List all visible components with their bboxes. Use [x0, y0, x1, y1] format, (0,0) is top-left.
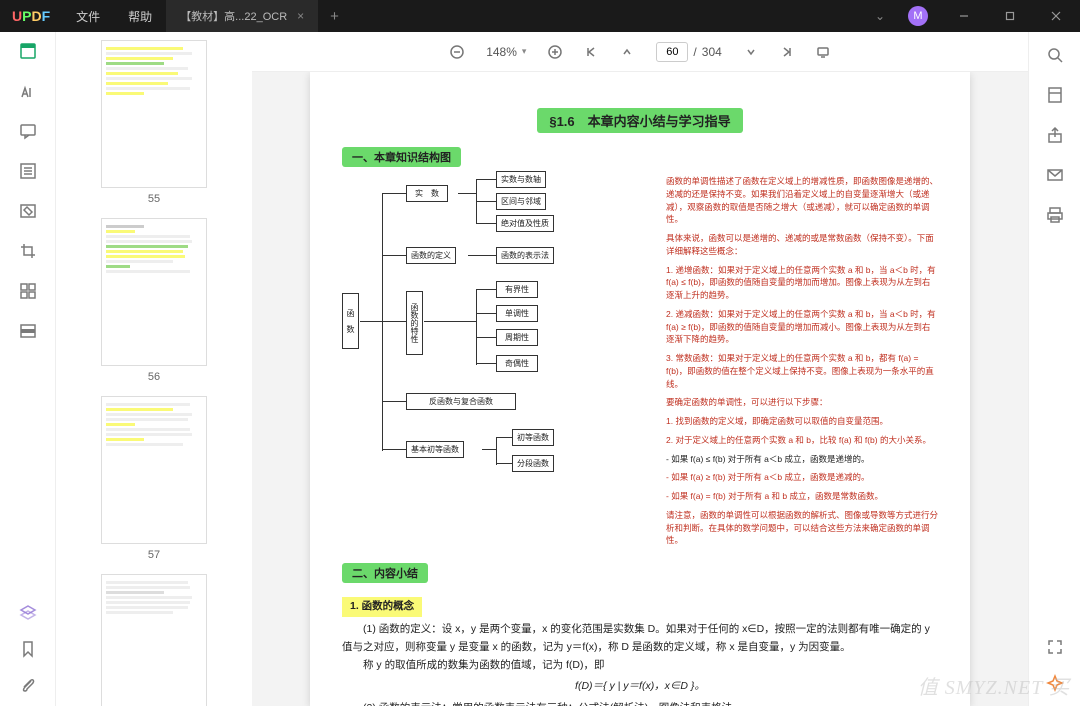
annotate-icon[interactable]: [19, 82, 37, 100]
page-input[interactable]: [656, 42, 688, 62]
heading-2: 二、内容小结: [342, 563, 428, 583]
menu-file[interactable]: 文件: [62, 8, 114, 25]
thumbnail-label: 55: [101, 188, 207, 210]
next-page-button[interactable]: [744, 45, 758, 59]
view-mode-icon[interactable]: [1046, 86, 1064, 104]
thumbnails-icon[interactable]: [19, 42, 37, 60]
comment-icon[interactable]: [19, 122, 37, 140]
right-tool-strip: [1028, 32, 1080, 706]
left-tool-strip: [0, 32, 56, 706]
close-icon[interactable]: ×: [297, 9, 304, 23]
close-button[interactable]: [1036, 0, 1076, 32]
attachment-icon[interactable]: [19, 676, 37, 694]
email-icon[interactable]: [1046, 166, 1064, 184]
edit-icon[interactable]: [19, 202, 37, 220]
zoom-value: 148%: [486, 45, 517, 59]
zoom-in-button[interactable]: [548, 45, 562, 59]
present-button[interactable]: [816, 45, 830, 59]
first-page-button[interactable]: [584, 45, 598, 59]
thumbnail-panel: 55 56 57 58: [56, 32, 252, 706]
expand-icon[interactable]: [1046, 638, 1064, 656]
annotation-text: 函数的单调性描述了函数在定义域上的增减性质，即函数图像是递增的、递减的还是保持不…: [666, 175, 938, 553]
search-icon[interactable]: [1046, 46, 1064, 64]
minimize-button[interactable]: [944, 0, 984, 32]
redact-icon[interactable]: [19, 322, 37, 340]
tab-title: 【教材】高...22_OCR: [180, 8, 287, 24]
heading-1: 一、本章知识结构图: [342, 147, 461, 167]
prev-page-button[interactable]: [620, 45, 634, 59]
add-tab-button[interactable]: +: [318, 8, 351, 25]
page-toolbar: 148% ▾ / 304: [252, 32, 1028, 72]
subheading-1: 1. 函数的概念: [342, 597, 422, 617]
maximize-button[interactable]: [990, 0, 1030, 32]
crop-icon[interactable]: [19, 242, 37, 260]
page-total: 304: [702, 45, 722, 59]
share-icon[interactable]: [1046, 126, 1064, 144]
menu-help[interactable]: 帮助: [114, 8, 166, 25]
thumbnail-label: 57: [101, 544, 207, 566]
last-page-button[interactable]: [780, 45, 794, 59]
avatar[interactable]: M: [908, 6, 928, 26]
organize-icon[interactable]: [19, 282, 37, 300]
print-icon[interactable]: [1046, 206, 1064, 224]
zoom-out-button[interactable]: [450, 45, 464, 59]
document-tab[interactable]: 【教材】高...22_OCR ×: [166, 0, 318, 32]
bookmark-icon[interactable]: [19, 640, 37, 658]
thumbnail-57[interactable]: 57: [101, 396, 207, 566]
thumbnail-label: 56: [101, 366, 207, 388]
concept-diagram: 函 数 实 数 实数与数轴 区间与邻域 绝对值及性质 函数的定义 函数的: [342, 175, 652, 455]
thumbnail-55[interactable]: 55: [101, 40, 207, 210]
page-sep: /: [693, 45, 696, 59]
thumbnail-58[interactable]: 58: [101, 574, 207, 706]
app-logo: UPDF: [0, 8, 62, 24]
section-title: §1.6 本章内容小结与学习指导: [537, 108, 742, 133]
thumbnail-56[interactable]: 56: [101, 218, 207, 388]
page-content: §1.6 本章内容小结与学习指导 一、本章知识结构图 函 数 实 数 实数与数轴…: [310, 72, 970, 706]
zoom-dropdown-icon[interactable]: ▾: [522, 46, 527, 57]
layers-icon[interactable]: [19, 604, 37, 622]
chevron-down-icon[interactable]: ⌄: [868, 9, 892, 23]
form-icon[interactable]: [19, 162, 37, 180]
watermark: 值 SMYZ.NET 买: [918, 671, 1070, 700]
